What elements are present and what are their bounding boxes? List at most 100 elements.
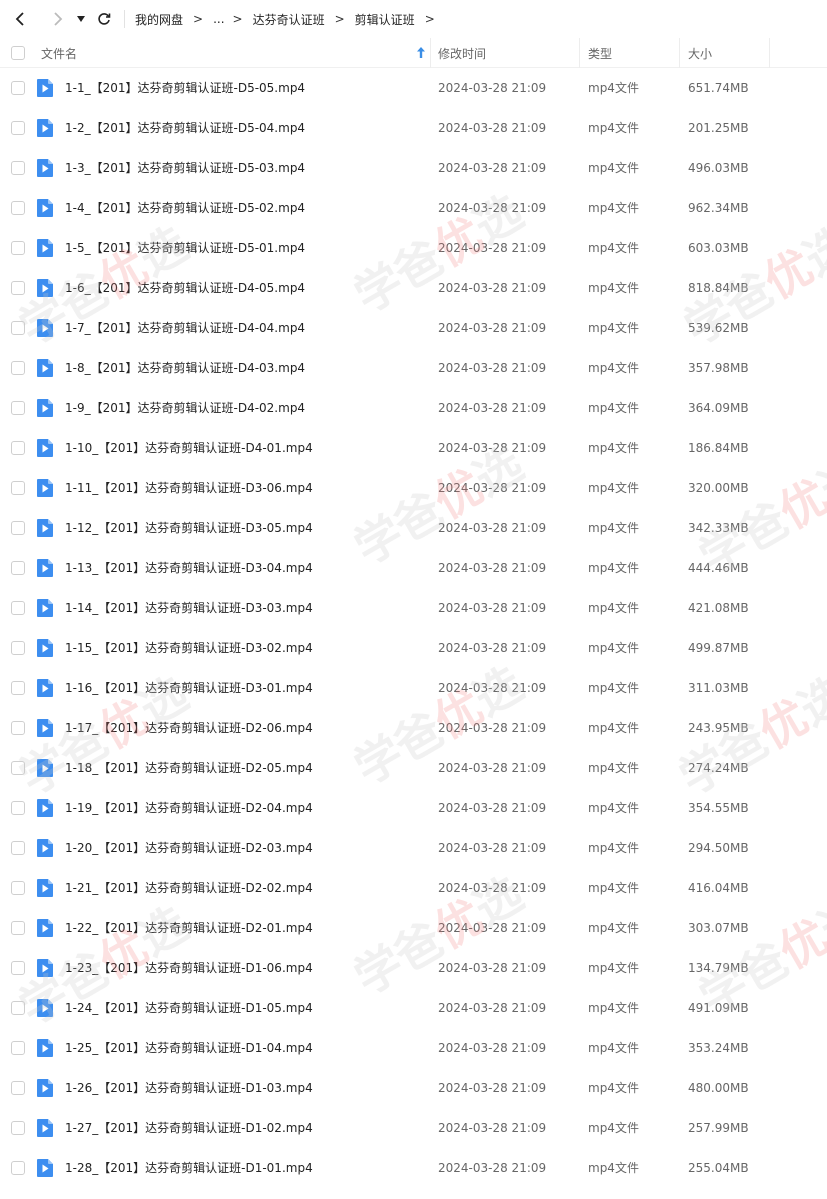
breadcrumb-item-folder[interactable]: 达芬奇认证班 — [253, 11, 325, 28]
row-checkbox[interactable] — [11, 281, 25, 295]
file-name[interactable]: 1-20_【201】达芬奇剪辑认证班-D2-03.mp4 — [65, 828, 313, 868]
row-checkbox[interactable] — [11, 881, 25, 895]
row-checkbox[interactable] — [11, 321, 25, 335]
file-name[interactable]: 1-13_【201】达芬奇剪辑认证班-D3-04.mp4 — [65, 548, 313, 588]
file-row[interactable]: 1-26_【201】达芬奇剪辑认证班-D1-03.mp4 2024-03-28 … — [0, 1068, 827, 1108]
file-row[interactable]: 1-8_【201】达芬奇剪辑认证班-D4-03.mp4 2024-03-28 2… — [0, 348, 827, 388]
file-row[interactable]: 1-11_【201】达芬奇剪辑认证班-D3-06.mp4 2024-03-28 … — [0, 468, 827, 508]
file-name[interactable]: 1-24_【201】达芬奇剪辑认证班-D1-05.mp4 — [65, 988, 313, 1028]
file-row[interactable]: 1-10_【201】达芬奇剪辑认证班-D4-01.mp4 2024-03-28 … — [0, 428, 827, 468]
file-row[interactable]: 1-12_【201】达芬奇剪辑认证班-D3-05.mp4 2024-03-28 … — [0, 508, 827, 548]
row-checkbox[interactable] — [11, 921, 25, 935]
file-row[interactable]: 1-17_【201】达芬奇剪辑认证班-D2-06.mp4 2024-03-28 … — [0, 708, 827, 748]
file-name[interactable]: 1-19_【201】达芬奇剪辑认证班-D2-04.mp4 — [65, 788, 313, 828]
row-checkbox[interactable] — [11, 401, 25, 415]
back-button[interactable] — [8, 7, 32, 31]
file-row[interactable]: 1-14_【201】达芬奇剪辑认证班-D3-03.mp4 2024-03-28 … — [0, 588, 827, 628]
row-checkbox[interactable] — [11, 721, 25, 735]
file-name[interactable]: 1-23_【201】达芬奇剪辑认证班-D1-06.mp4 — [65, 948, 313, 988]
file-row[interactable]: 1-1_【201】达芬奇剪辑认证班-D5-05.mp4 2024-03-28 2… — [0, 68, 827, 108]
file-name[interactable]: 1-2_【201】达芬奇剪辑认证班-D5-04.mp4 — [65, 108, 305, 148]
row-checkbox[interactable] — [11, 561, 25, 575]
row-checkbox[interactable] — [11, 801, 25, 815]
file-row[interactable]: 1-7_【201】达芬奇剪辑认证班-D4-04.mp4 2024-03-28 2… — [0, 308, 827, 348]
file-row[interactable]: 1-19_【201】达芬奇剪辑认证班-D2-04.mp4 2024-03-28 … — [0, 788, 827, 828]
column-header-type[interactable]: 类型 — [588, 38, 612, 68]
file-row[interactable]: 1-16_【201】达芬奇剪辑认证班-D3-01.mp4 2024-03-28 … — [0, 668, 827, 708]
breadcrumb-item-root[interactable]: 我的网盘 — [135, 11, 183, 28]
file-row[interactable]: 1-28_【201】达芬奇剪辑认证班-D1-01.mp4 2024-03-28 … — [0, 1148, 827, 1188]
row-checkbox[interactable] — [11, 601, 25, 615]
file-name[interactable]: 1-25_【201】达芬奇剪辑认证班-D1-04.mp4 — [65, 1028, 313, 1068]
column-header-size[interactable]: 大小 — [688, 38, 712, 68]
file-name[interactable]: 1-14_【201】达芬奇剪辑认证班-D3-03.mp4 — [65, 588, 313, 628]
row-checkbox[interactable] — [11, 361, 25, 375]
row-checkbox[interactable] — [11, 121, 25, 135]
file-name[interactable]: 1-8_【201】达芬奇剪辑认证班-D4-03.mp4 — [65, 348, 305, 388]
row-checkbox[interactable] — [11, 1041, 25, 1055]
file-name[interactable]: 1-4_【201】达芬奇剪辑认证班-D5-02.mp4 — [65, 188, 305, 228]
row-checkbox[interactable] — [11, 641, 25, 655]
breadcrumb-item-ellipsis[interactable]: ... — [213, 12, 224, 26]
file-row[interactable]: 1-2_【201】达芬奇剪辑认证班-D5-04.mp4 2024-03-28 2… — [0, 108, 827, 148]
column-header-name[interactable]: 文件名 — [41, 38, 429, 68]
row-checkbox[interactable] — [11, 961, 25, 975]
select-all-checkbox[interactable] — [11, 46, 25, 60]
row-checkbox[interactable] — [11, 681, 25, 695]
file-name[interactable]: 1-1_【201】达芬奇剪辑认证班-D5-05.mp4 — [65, 68, 305, 108]
file-name[interactable]: 1-3_【201】达芬奇剪辑认证班-D5-03.mp4 — [65, 148, 305, 188]
video-file-icon — [37, 639, 53, 657]
column-header-date[interactable]: 修改时间 — [438, 38, 486, 68]
file-name[interactable]: 1-16_【201】达芬奇剪辑认证班-D3-01.mp4 — [65, 668, 313, 708]
row-checkbox[interactable] — [11, 1001, 25, 1015]
file-name[interactable]: 1-10_【201】达芬奇剪辑认证班-D4-01.mp4 — [65, 428, 313, 468]
file-name[interactable]: 1-12_【201】达芬奇剪辑认证班-D3-05.mp4 — [65, 508, 313, 548]
file-name[interactable]: 1-27_【201】达芬奇剪辑认证班-D1-02.mp4 — [65, 1108, 313, 1148]
row-checkbox[interactable] — [11, 761, 25, 775]
file-row[interactable]: 1-13_【201】达芬奇剪辑认证班-D3-04.mp4 2024-03-28 … — [0, 548, 827, 588]
file-name[interactable]: 1-26_【201】达芬奇剪辑认证班-D1-03.mp4 — [65, 1068, 313, 1108]
file-name[interactable]: 1-9_【201】达芬奇剪辑认证班-D4-02.mp4 — [65, 388, 305, 428]
row-checkbox[interactable] — [11, 521, 25, 535]
file-row[interactable]: 1-18_【201】达芬奇剪辑认证班-D2-05.mp4 2024-03-28 … — [0, 748, 827, 788]
file-row[interactable]: 1-23_【201】达芬奇剪辑认证班-D1-06.mp4 2024-03-28 … — [0, 948, 827, 988]
file-row[interactable]: 1-6_【201】达芬奇剪辑认证班-D4-05.mp4 2024-03-28 2… — [0, 268, 827, 308]
row-checkbox[interactable] — [11, 441, 25, 455]
breadcrumb-item-current[interactable]: 剪辑认证班 — [355, 11, 415, 28]
file-name[interactable]: 1-18_【201】达芬奇剪辑认证班-D2-05.mp4 — [65, 748, 313, 788]
history-dropdown-button[interactable] — [72, 7, 90, 31]
file-row[interactable]: 1-22_【201】达芬奇剪辑认证班-D2-01.mp4 2024-03-28 … — [0, 908, 827, 948]
file-name[interactable]: 1-6_【201】达芬奇剪辑认证班-D4-05.mp4 — [65, 268, 305, 308]
file-row[interactable]: 1-27_【201】达芬奇剪辑认证班-D1-02.mp4 2024-03-28 … — [0, 1108, 827, 1148]
row-checkbox[interactable] — [11, 241, 25, 255]
file-row[interactable]: 1-24_【201】达芬奇剪辑认证班-D1-05.mp4 2024-03-28 … — [0, 988, 827, 1028]
file-row[interactable]: 1-5_【201】达芬奇剪辑认证班-D5-01.mp4 2024-03-28 2… — [0, 228, 827, 268]
row-checkbox[interactable] — [11, 1121, 25, 1135]
row-checkbox[interactable] — [11, 841, 25, 855]
refresh-button[interactable] — [92, 7, 116, 31]
file-row[interactable]: 1-15_【201】达芬奇剪辑认证班-D3-02.mp4 2024-03-28 … — [0, 628, 827, 668]
file-row[interactable]: 1-3_【201】达芬奇剪辑认证班-D5-03.mp4 2024-03-28 2… — [0, 148, 827, 188]
file-row[interactable]: 1-9_【201】达芬奇剪辑认证班-D4-02.mp4 2024-03-28 2… — [0, 388, 827, 428]
file-modified-date: 2024-03-28 21:09 — [438, 561, 547, 575]
file-name[interactable]: 1-7_【201】达芬奇剪辑认证班-D4-04.mp4 — [65, 308, 305, 348]
file-name[interactable]: 1-15_【201】达芬奇剪辑认证班-D3-02.mp4 — [65, 628, 313, 668]
row-checkbox[interactable] — [11, 81, 25, 95]
row-checkbox[interactable] — [11, 481, 25, 495]
file-name[interactable]: 1-17_【201】达芬奇剪辑认证班-D2-06.mp4 — [65, 708, 313, 748]
video-file-icon — [37, 599, 53, 617]
file-row[interactable]: 1-4_【201】达芬奇剪辑认证班-D5-02.mp4 2024-03-28 2… — [0, 188, 827, 228]
row-checkbox[interactable] — [11, 1081, 25, 1095]
row-checkbox[interactable] — [11, 201, 25, 215]
file-name[interactable]: 1-5_【201】达芬奇剪辑认证班-D5-01.mp4 — [65, 228, 305, 268]
file-row[interactable]: 1-20_【201】达芬奇剪辑认证班-D2-03.mp4 2024-03-28 … — [0, 828, 827, 868]
file-name[interactable]: 1-21_【201】达芬奇剪辑认证班-D2-02.mp4 — [65, 868, 313, 908]
file-row[interactable]: 1-25_【201】达芬奇剪辑认证班-D1-04.mp4 2024-03-28 … — [0, 1028, 827, 1068]
file-name[interactable]: 1-11_【201】达芬奇剪辑认证班-D3-06.mp4 — [65, 468, 313, 508]
file-name[interactable]: 1-28_【201】达芬奇剪辑认证班-D1-01.mp4 — [65, 1148, 313, 1188]
file-row[interactable]: 1-21_【201】达芬奇剪辑认证班-D2-02.mp4 2024-03-28 … — [0, 868, 827, 908]
row-checkbox[interactable] — [11, 161, 25, 175]
file-name[interactable]: 1-22_【201】达芬奇剪辑认证班-D2-01.mp4 — [65, 908, 313, 948]
row-checkbox[interactable] — [11, 1161, 25, 1175]
forward-button[interactable] — [46, 7, 70, 31]
